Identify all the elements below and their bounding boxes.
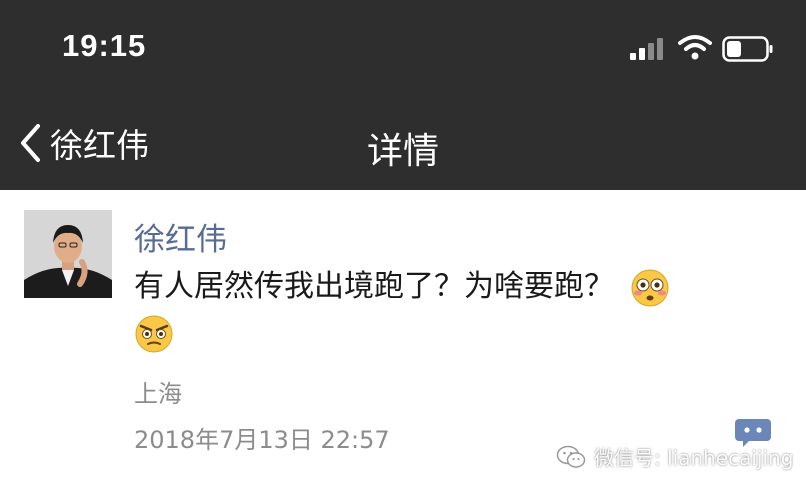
watermark-text: 微信号: lianhecaijing — [594, 446, 794, 470]
avatar[interactable] — [24, 210, 112, 298]
angry-emoji-icon — [135, 315, 173, 352]
post-location[interactable]: 上海 — [134, 374, 182, 409]
wifi-icon — [678, 35, 712, 60]
watermark: 微信号: lianhecaijing — [556, 442, 793, 471]
status-time: 19:15 — [62, 28, 147, 63]
wechat-logo-icon — [556, 445, 586, 468]
post-body: 有人居然传我出境跑了？为啥要跑？ — [134, 264, 774, 356]
page-title: 详情 — [366, 131, 439, 172]
nav-bar: 徐红伟 详情 — [0, 100, 806, 190]
battery-icon — [722, 36, 773, 62]
signal-icon — [630, 38, 663, 60]
post-timestamp: 2018年7月13日 22:57 — [134, 426, 390, 454]
flushed-emoji-icon — [631, 269, 669, 306]
post-text: 有人居然传我出境跑了？为啥要跑？ — [134, 269, 614, 304]
moment-detail: 徐红伟 有人居然传我出境跑了？为啥要跑？ 上海 2018年7月13日 22:57 — [0, 190, 806, 492]
post-author[interactable]: 徐红伟 — [134, 214, 227, 259]
status-bar: 19:15 — [0, 0, 806, 100]
profile-photo — [24, 210, 112, 298]
